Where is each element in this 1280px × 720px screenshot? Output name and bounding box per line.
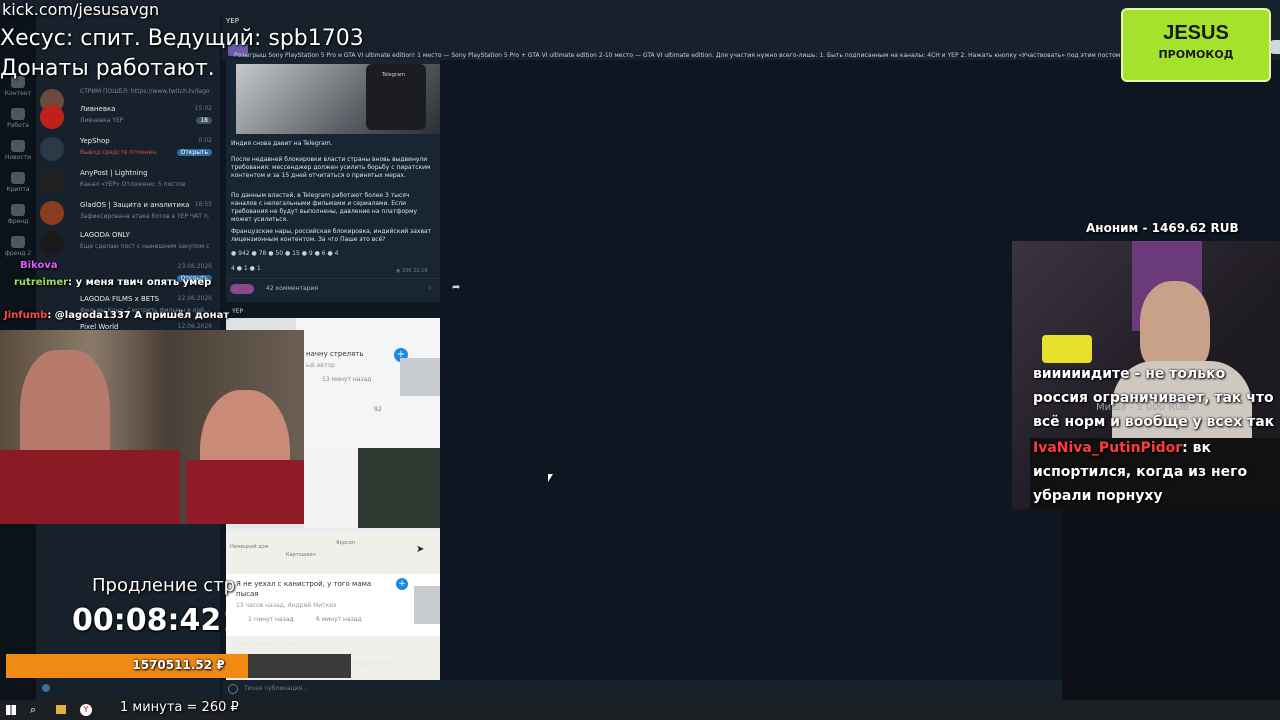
- navigation-arrow-icon[interactable]: ➤: [416, 544, 424, 555]
- reaction-icon: ●: [314, 250, 322, 257]
- money-amount: 1570511.52 ₽: [132, 658, 225, 672]
- divider: [226, 278, 440, 279]
- reactions-row-2[interactable]: 4 ● 1 ● 1: [231, 265, 261, 272]
- reply-text: ...вреди на АЗС: [346, 660, 395, 667]
- post-card: Telegram Индия снова давит на Telegram. …: [226, 60, 440, 302]
- chat-item[interactable]: GladOS | Защита и аналитика Зафиксирован…: [36, 198, 220, 228]
- chat-highlight: IvaNiva_PutinPidor: вк испортился, когда…: [1033, 440, 1248, 504]
- post-image: Telegram: [236, 64, 440, 134]
- timer-panel: Продление стр 00:08:42 12: [60, 575, 261, 645]
- chat-overlay-line: Jinfumb: @lagoda1337 А пришёл донат: [4, 310, 230, 321]
- shield-icon: [42, 684, 50, 692]
- map-thumbnail: [358, 448, 440, 528]
- check-engine-icon: [1042, 335, 1092, 363]
- channel-name: YEP: [226, 17, 239, 25]
- avatar: [40, 231, 64, 255]
- person-shirt: [186, 460, 304, 524]
- add-icon[interactable]: +: [396, 578, 408, 590]
- timer-value: 00:08:42: [72, 603, 222, 638]
- person-shirt: [0, 450, 180, 524]
- chat-overlay-line: rutreimer: у меня твич опять умер: [14, 277, 212, 288]
- camera-icon: [414, 586, 440, 624]
- windows-start-icon[interactable]: [6, 705, 16, 715]
- pinned-message[interactable]: Розыгрыш Sony PlayStation 5 Pro и GTA VI…: [234, 52, 1134, 59]
- chat-overlay-line: Bikova: [20, 260, 58, 271]
- phone-image: Telegram: [366, 64, 426, 130]
- folder-icon: [11, 140, 25, 152]
- mouse-cursor-icon: [548, 474, 553, 482]
- dark-area: [1062, 510, 1280, 700]
- stream-url: kick.com/jesusavgn: [2, 0, 160, 19]
- folder-icon: [11, 204, 25, 216]
- folder-icon: [11, 172, 25, 184]
- commenters-avatars: [230, 284, 254, 294]
- message-input[interactable]: Тихая публикация...: [244, 685, 308, 692]
- reaction-icon: ●: [327, 250, 335, 257]
- person-figure: [1140, 281, 1210, 371]
- folder-icon: [11, 236, 25, 248]
- rate-text: 1 минута = 260 ₽: [120, 700, 239, 715]
- reaction-icon: ●: [251, 250, 259, 257]
- search-icon[interactable]: ⌕: [30, 703, 36, 717]
- folder-crypto[interactable]: Крипта: [4, 172, 32, 193]
- share-icon[interactable]: ➦: [452, 282, 460, 293]
- promo-badge: JESUS ПРОМОКОД: [1121, 8, 1271, 82]
- screenshot-panel-3: [304, 448, 358, 528]
- comments-link[interactable]: 42 комментария: [266, 285, 318, 292]
- avatar: [40, 201, 64, 225]
- reaction-icon: ●: [249, 265, 257, 272]
- folder-news[interactable]: Новости: [4, 140, 32, 161]
- folder-friend[interactable]: Френд: [4, 204, 32, 225]
- avatar: [40, 105, 64, 129]
- reactions-row[interactable]: ● 942 ● 78 ● 50 ● 15 ● 9 ● 6 ● 4: [231, 250, 441, 257]
- avatar: [40, 169, 64, 193]
- avatar: [40, 137, 64, 161]
- donation-under: Миша - 5 000 RUB: [1096, 402, 1190, 413]
- reaction-icon: ●: [301, 250, 309, 257]
- donation-progress-bar: 1570511.52 ₽: [6, 654, 351, 678]
- folder-icon: [11, 108, 25, 120]
- chat-item[interactable]: LAGODA ONLY Еще сделаю пост с нынешним з…: [36, 228, 220, 258]
- camera-icon: [400, 358, 440, 396]
- taskbar: ⌕ Y 1 минута = 260 ₽: [0, 700, 1280, 720]
- folder-friend-2[interactable]: френд 2: [4, 236, 32, 257]
- post-meta: ◉ 29K 22:18: [396, 268, 428, 274]
- window-titlebar: [0, 0, 1280, 14]
- reaction-icon: ●: [236, 265, 244, 272]
- folder-work[interactable]: Работа: [4, 108, 32, 129]
- stream-status: Хесус: спит. Ведущий: spb1703: [0, 26, 364, 51]
- chat-item[interactable]: Ливневка Ливневка YEP 15:02 18: [36, 102, 220, 132]
- folder-icon[interactable]: [56, 705, 66, 714]
- webcam-feed-left: [0, 330, 304, 524]
- timer-ghost: 12: [222, 605, 261, 638]
- stream-donations-status: Донаты работают.: [0, 56, 215, 81]
- chat-item[interactable]: AnyPost | Lightning Канал «YEP» Отложено…: [36, 166, 220, 196]
- attach-icon[interactable]: [228, 684, 238, 694]
- chevron-right-icon[interactable]: ›: [428, 283, 431, 292]
- post-channel-name: YEP: [232, 308, 244, 315]
- quote-text: «Вижу канистры, начну стрелять»: [232, 640, 342, 647]
- open-button[interactable]: Открыть: [176, 149, 212, 156]
- chat-item[interactable]: YepShop Вывод средств отменен. 0:02 Откр…: [36, 134, 220, 164]
- side-tab: [1270, 40, 1280, 54]
- timer-label: Продление стр: [92, 575, 236, 596]
- donation-header: Аноним - 1469.62 RUB: [1086, 221, 1239, 235]
- browser-icon[interactable]: Y: [80, 704, 92, 716]
